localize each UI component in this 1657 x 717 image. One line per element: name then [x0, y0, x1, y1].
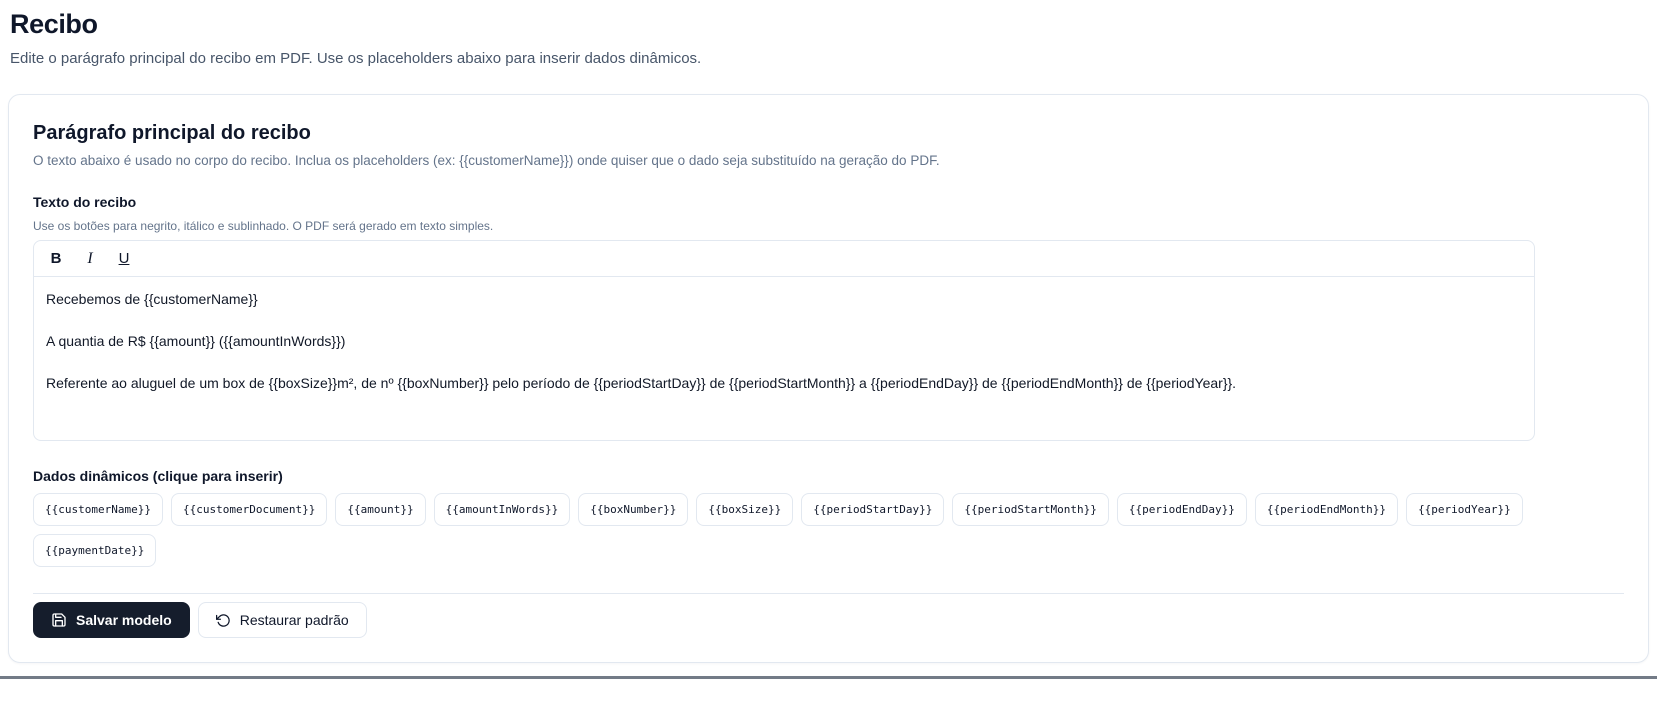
card-footer: Salvar modelo Restaurar padrão [33, 593, 1624, 638]
editor-content-area[interactable]: Recebemos de {{customerName}} A quantia … [34, 277, 1534, 440]
card-title: Parágrafo principal do recibo [33, 122, 311, 144]
receipt-template-card: Parágrafo principal do recibo O texto ab… [8, 94, 1649, 663]
editor-label: Texto do recibo [33, 194, 137, 210]
rotate-ccw-icon [215, 613, 231, 628]
editor-paragraph: A quantia de R$ {{amount}} ({{amountInWo… [46, 333, 346, 349]
save-template-label: Salvar modelo [76, 612, 172, 628]
placeholder-chip-periodEndDay[interactable]: {{periodEndDay}} [1116, 493, 1247, 526]
card-description: O texto abaixo é usado no corpo do recib… [33, 153, 940, 168]
placeholder-chip-periodEndMonth[interactable]: {{periodEndMonth}} [1254, 493, 1399, 526]
italic-button[interactable]: I [76, 245, 104, 273]
placeholder-chip-boxNumber[interactable]: {{boxNumber}} [578, 493, 689, 526]
placeholder-chip-periodYear[interactable]: {{periodYear}} [1406, 493, 1523, 526]
page-bottom-divider [0, 676, 1657, 679]
editor-help-text: Use os botões para negrito, itálico e su… [33, 219, 494, 233]
placeholder-chip-periodStartDay[interactable]: {{periodStartDay}} [801, 493, 945, 526]
page: Recibo Edite o parágrafo principal do re… [0, 0, 1657, 663]
save-template-button[interactable]: Salvar modelo [33, 602, 190, 638]
placeholder-chip-amountInWords[interactable]: {{amountInWords}} [433, 493, 571, 526]
restore-default-button[interactable]: Restaurar padrão [197, 602, 367, 638]
placeholder-chip-amount[interactable]: {{amount}} [335, 493, 426, 526]
placeholder-chip-periodStartMonth[interactable]: {{periodStartMonth}} [952, 493, 1109, 526]
page-subtitle: Edite o parágrafo principal do recibo em… [10, 50, 702, 67]
placeholders-label: Dados dinâmicos (clique para inserir) [33, 468, 283, 484]
receipt-text-editor: B I U Recebemos de {{customerName}} A qu… [33, 240, 1535, 441]
editor-toolbar: B I U [34, 241, 1534, 277]
restore-default-label: Restaurar padrão [239, 612, 349, 628]
underline-button[interactable]: U [110, 245, 138, 273]
placeholder-chip-paymentDate[interactable]: {{paymentDate}} [33, 534, 157, 567]
save-icon [51, 612, 67, 628]
editor-paragraph: Recebemos de {{customerName}} [46, 291, 258, 307]
bold-button[interactable]: B [42, 245, 70, 273]
placeholder-chip-customerDocument[interactable]: {{customerDocument}} [170, 493, 328, 526]
page-title: Recibo [10, 9, 98, 39]
placeholder-chip-customerName[interactable]: {{customerName}} [33, 493, 163, 526]
editor-paragraph: Referente ao aluguel de um box de {{boxS… [46, 375, 1237, 391]
placeholder-chip-list: {{customerName}} {{customerDocument}} {{… [33, 493, 1535, 567]
placeholder-chip-boxSize[interactable]: {{boxSize}} [696, 493, 794, 526]
